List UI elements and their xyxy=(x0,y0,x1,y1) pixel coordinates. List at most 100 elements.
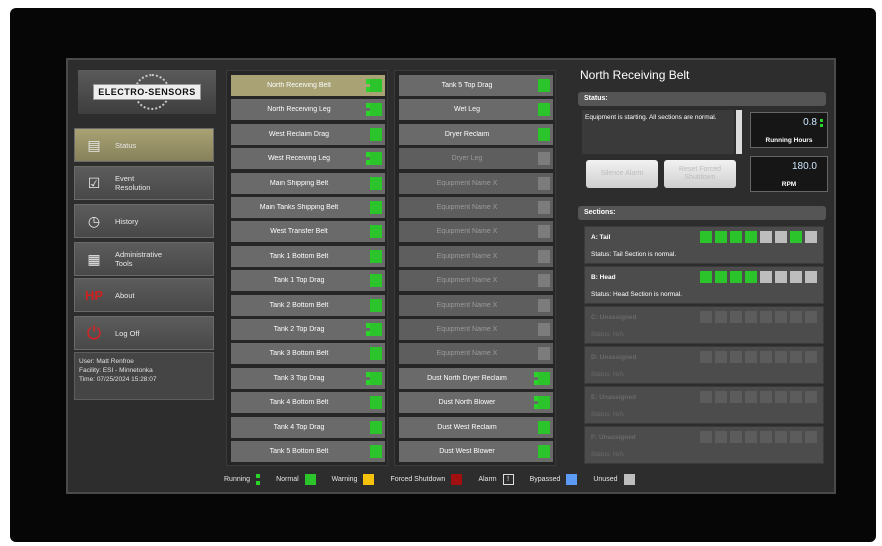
legend-warning-label: Warning xyxy=(331,475,358,483)
equipment-item[interactable]: Equipment Name X xyxy=(399,343,553,365)
equipment-item[interactable]: Dryer Reclaim xyxy=(399,123,553,145)
equipment-name: Dust West Blower xyxy=(439,448,495,455)
status-indicator xyxy=(538,420,550,434)
equipment-item[interactable]: Equipment Name X xyxy=(399,319,553,340)
nav-item-administrative[interactable]: ▦ Administrative Tools xyxy=(74,242,214,276)
equipment-name: Tank 3 Bottom Belt xyxy=(269,350,329,358)
equipment-item[interactable]: Equipment Name X xyxy=(399,270,553,292)
admin-tools-icon: ▦ xyxy=(87,250,101,267)
equipment-item[interactable]: Tank 4 Top Drag xyxy=(231,416,385,438)
clock-icon: ◷ xyxy=(87,212,101,229)
equipment-item[interactable]: Main Shipping Belt xyxy=(231,172,385,194)
equipment-item[interactable]: Tank 3 Bottom Belt xyxy=(231,343,385,365)
status-indicator xyxy=(538,152,550,166)
equipment-item[interactable]: Tank 2 Bottom Belt xyxy=(231,294,385,316)
sensor-cell xyxy=(700,271,712,283)
nav-item-label: Administrative Tools xyxy=(115,250,163,268)
equipment-item[interactable]: North Receiving Belt xyxy=(231,75,385,96)
equipment-item[interactable]: Equipment Name X xyxy=(399,221,553,243)
sensor-cell xyxy=(715,351,727,363)
section-sensor-cells xyxy=(700,271,817,283)
equipment-item[interactable]: Tank 5 Bottom Belt xyxy=(231,441,385,462)
sensor-cell xyxy=(745,271,757,283)
status-indicator xyxy=(370,103,382,117)
equipment-name: Tank 1 Bottom Belt xyxy=(269,252,329,260)
section-c[interactable]: C: Unassigned Status: N/A xyxy=(584,306,824,344)
status-indicator xyxy=(370,274,382,288)
equipment-item[interactable]: Wet Leg xyxy=(399,99,553,121)
equipment-item[interactable]: Dryer Leg xyxy=(399,148,553,170)
section-f[interactable]: F: Unassigned Status: N/A xyxy=(584,426,824,464)
status-indicator xyxy=(370,298,382,312)
equipment-name: Dryer Reclaim xyxy=(444,130,490,138)
status-scrollbar[interactable] xyxy=(736,110,742,154)
sections-header: Sections: xyxy=(578,206,826,220)
sensor-cell xyxy=(760,311,772,323)
silence-alarm-button[interactable]: Silence Alarm xyxy=(586,160,658,188)
equipment-item[interactable]: Main Tanks Shipping Belt xyxy=(231,197,385,218)
sensor-cell xyxy=(760,351,772,363)
equipment-item[interactable]: Tank 3 Top Drag xyxy=(231,367,385,389)
nav-item-event[interactable]: ☑ Event Resolution xyxy=(74,166,214,200)
section-e[interactable]: E: Unassigned Status: N/A xyxy=(584,386,824,424)
section-d[interactable]: D: Unassigned Status: N/A xyxy=(584,346,824,384)
section-status: Status: Tail Section is normal. xyxy=(591,251,677,258)
nav-item-about[interactable]: HP About xyxy=(74,278,214,312)
equipment-item[interactable]: Dust North Dryer Reclaim xyxy=(399,367,553,389)
equipment-item[interactable]: Tank 4 Bottom Belt xyxy=(231,392,385,414)
status-indicator xyxy=(538,103,550,117)
status-indicator xyxy=(370,225,382,239)
equipment-item[interactable]: Tank 2 Top Drag xyxy=(231,319,385,340)
nav-item-log-off[interactable]: ⏻ Log Off xyxy=(74,316,214,350)
legend-bypassed-label: Bypassed xyxy=(529,475,561,483)
equipment-name: West Receiving Leg xyxy=(267,155,331,163)
reset-forced-shutdown-button[interactable]: Reset Forced Shutdown xyxy=(664,160,736,188)
equipment-name: West Transfer Belt xyxy=(270,228,328,236)
equipment-item[interactable]: Equipment Name X xyxy=(399,294,553,316)
section-name: F: Unassigned xyxy=(591,434,636,441)
equipment-item[interactable]: Equipment Name X xyxy=(399,245,553,267)
equipment-item[interactable]: Dust North Blower xyxy=(399,392,553,414)
equipment-item[interactable]: Equipment Name X xyxy=(399,172,553,194)
equipment-item[interactable]: Tank 1 Bottom Belt xyxy=(231,245,385,267)
sensor-cell xyxy=(775,311,787,323)
equipment-item[interactable]: Equipment Name X xyxy=(399,197,553,218)
equipment-item[interactable]: West Reclaim Drag xyxy=(231,123,385,145)
status-indicator xyxy=(370,152,382,166)
equipment-item[interactable]: West Receiving Leg xyxy=(231,148,385,170)
status-indicator xyxy=(538,445,550,458)
sensor-cell xyxy=(730,311,742,323)
equipment-item[interactable]: North Receiving Leg xyxy=(231,99,385,121)
section-sensor-cells xyxy=(700,311,817,323)
alarm-icon: ! xyxy=(502,473,514,485)
status-indicator xyxy=(370,445,382,458)
section-a[interactable]: A: Tail Status: Tail Section is normal. xyxy=(584,226,824,264)
sensor-cell xyxy=(730,231,742,243)
sensor-cell xyxy=(805,351,817,363)
equipment-item[interactable]: Dust West Blower xyxy=(399,441,553,462)
equipment-item[interactable]: Tank 1 Top Drag xyxy=(231,270,385,292)
sensor-cell xyxy=(775,271,787,283)
equipment-name: Equipment Name X xyxy=(436,204,498,211)
section-name: E: Unassigned xyxy=(591,394,637,401)
hp-logo-icon: HP xyxy=(84,287,104,303)
equipment-name: Equipment Name X xyxy=(436,252,498,260)
power-icon: ⏻ xyxy=(86,322,102,343)
sensor-cell xyxy=(805,311,817,323)
equipment-name: Dust West Reclaim xyxy=(437,423,497,431)
section-b[interactable]: B: Head Status: Head Section is normal. xyxy=(584,266,824,304)
nav-item-status[interactable]: ▤ Status xyxy=(74,128,214,162)
sensor-cell xyxy=(805,271,817,283)
equipment-item[interactable]: Dust West Reclaim xyxy=(399,416,553,438)
user-info-panel: User: Matt Renfroe Facility: ESI - Minne… xyxy=(74,352,214,400)
nav-item-label: Status xyxy=(115,140,137,150)
sensor-cell xyxy=(730,351,742,363)
equipment-item[interactable]: Tank 5 Top Drag xyxy=(399,75,553,96)
nav-item-label: Event Resolution xyxy=(115,174,151,192)
status-indicator xyxy=(370,371,382,385)
section-sensor-cells xyxy=(700,391,817,403)
status-indicator xyxy=(538,323,550,336)
section-name: B: Head xyxy=(591,274,616,281)
equipment-item[interactable]: West Transfer Belt xyxy=(231,221,385,243)
nav-item-history[interactable]: ◷ History xyxy=(74,204,214,238)
